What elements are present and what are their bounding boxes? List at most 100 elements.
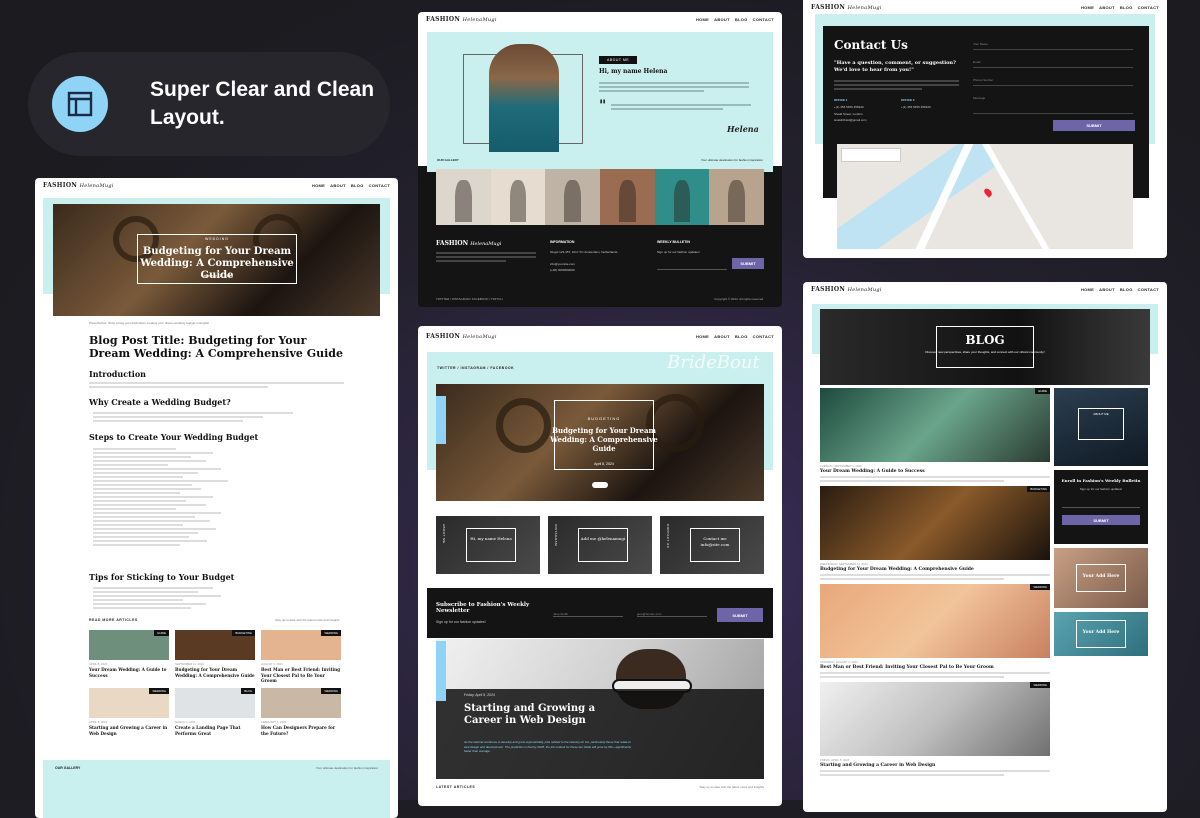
logo[interactable]: FASHION HelenaMugi (811, 4, 882, 11)
blog-post[interactable]: WEDDING FRIDAY, APRIL 5, 2024 Starting and… (820, 682, 1050, 776)
info-email[interactable]: info@yoursite.com (550, 262, 575, 266)
office1-address: Sivald Street, London (834, 112, 863, 116)
nav-home[interactable]: HOME (1081, 287, 1094, 292)
nav-home[interactable]: HOME (696, 17, 709, 22)
ad-slot-1[interactable]: Your Add Here (1054, 548, 1148, 608)
logo[interactable]: FASHION HelenaMugi (426, 16, 497, 23)
blog-post-title[interactable]: Budgeting for Your Dream Wedding: A Comp… (820, 567, 1050, 572)
related-post-image[interactable]: WEDDING (89, 688, 169, 718)
gallery-image[interactable] (600, 169, 655, 225)
slider-dots[interactable] (592, 482, 608, 488)
gallery-image[interactable] (490, 169, 546, 225)
tile[interactable]: ABOUT ME Hi, my name Helena (436, 516, 540, 574)
email-field[interactable]: Email (973, 60, 1133, 68)
phone-field[interactable]: Phone Number (973, 78, 1133, 86)
newsletter-title: Subscribe to Fashion's Weekly Newsletter (436, 602, 530, 614)
nav-blog[interactable]: BLOG (735, 334, 748, 339)
related-post[interactable]: WEDDING AUGUST 2, 2024 Best Man or Best Fr… (261, 630, 341, 684)
logo[interactable]: FASHION HelenaMugi (43, 182, 114, 189)
blog-post-image[interactable]: GUIDE (820, 388, 1050, 462)
slide-date: April 8, 2024 (594, 462, 614, 466)
contact-submit-button[interactable]: SUBMIT (1053, 120, 1135, 131)
blog-post-title[interactable]: Your Dream Wedding: A Guide to Success (820, 469, 1050, 474)
logo[interactable]: FASHION HelenaMugi (426, 333, 497, 340)
tile[interactable]: CONTACT US Contact me info@site.com (660, 516, 764, 574)
related-post-title[interactable]: Create a Landing Page That Performs Grea… (175, 725, 255, 736)
enroll-submit-button[interactable]: SUBMIT (1062, 515, 1140, 525)
nav-blog[interactable]: BLOG (735, 17, 748, 22)
related-post-title[interactable]: Starting and Growing a Career in Web Des… (89, 725, 169, 736)
gallery-image[interactable] (545, 169, 601, 225)
blog-post[interactable]: BUDGETING WEDNESDAY, SEPTEMBER 11, 2024 Bu… (820, 486, 1050, 580)
blog-post[interactable]: WEDDING SATURDAY, AUGUST 3, 2024 Best Man … (820, 584, 1050, 678)
map-pin-icon[interactable] (982, 187, 994, 198)
nav-contact[interactable]: CONTACT (369, 183, 390, 188)
related-post-image[interactable]: WEDDING (261, 688, 341, 718)
nav-contact[interactable]: CONTACT (1138, 287, 1159, 292)
tile[interactable]: INSTAGRAM Add me @helenamugi (548, 516, 652, 574)
nav-contact[interactable]: CONTACT (753, 334, 774, 339)
related-post[interactable]: WEDDING FEBRUARY 4, 2024 How Can Designers… (261, 688, 341, 736)
nav-about[interactable]: ABOUT (1099, 5, 1115, 10)
related-post-title[interactable]: Best Man or Best Friend: Inviting Your C… (261, 667, 341, 684)
logo[interactable]: FASHION HelenaMugi (811, 286, 882, 293)
enroll-email-input[interactable] (1062, 500, 1140, 508)
newsletter-email-input[interactable]: jane@human.com (637, 612, 707, 617)
nav-blog[interactable]: BLOG (1120, 5, 1133, 10)
office1-email[interactable]: sivaldrithstd@gmail.com (834, 118, 867, 122)
newsletter-name-input[interactable]: Jane Smith (553, 612, 623, 617)
nav-home[interactable]: HOME (696, 334, 709, 339)
nav-contact[interactable]: CONTACT (1138, 5, 1159, 10)
nav-blog[interactable]: BLOG (1120, 287, 1133, 292)
nav-about[interactable]: ABOUT (1099, 287, 1115, 292)
hero-slide: BUDGETING Budgeting for Your Dream Weddi… (436, 384, 764, 501)
blog-post[interactable]: GUIDE TUESDAY, SEPTEMBER 3, 2024 Your Drea… (820, 388, 1050, 482)
gallery-image[interactable] (436, 169, 491, 225)
blog-post-title[interactable]: Starting and Growing a Career in Web Des… (820, 763, 1050, 768)
related-post[interactable]: BLOG MARCH 3, 2024 Create a Landing Page T… (175, 688, 255, 736)
newsletter-submit-button[interactable]: SUBMIT (717, 608, 763, 622)
name-field[interactable]: Your Name (973, 42, 1133, 50)
related-post-title[interactable]: Your Dream Wedding: A Guide to Success (89, 667, 169, 678)
nav-about[interactable]: ABOUT (714, 334, 730, 339)
related-post[interactable]: BUDGETING SEPTEMBER 11, 2024 Budgeting for… (175, 630, 255, 678)
weekly-submit-button[interactable]: SUBMIT (732, 258, 764, 269)
featured-post[interactable]: Friday, April 5, 2024 Starting and Growi… (436, 639, 764, 779)
nav-blog[interactable]: BLOG (351, 183, 364, 188)
ad-slot-2[interactable]: Your Add Here (1054, 612, 1148, 656)
nav-about[interactable]: ABOUT (714, 17, 730, 22)
related-post-tag: BUDGETING (232, 630, 255, 636)
nav-contact[interactable]: CONTACT (753, 17, 774, 22)
layout-icon (52, 76, 108, 132)
related-post-image[interactable]: WEDDING (261, 630, 341, 660)
about-widget-label: ABOUT ME (1093, 412, 1109, 416)
related-post-image[interactable]: GUIDE (89, 630, 169, 660)
contact-title: Contact Us (834, 38, 908, 52)
blog-post-title[interactable]: Best Man or Best Friend: Inviting Your C… (820, 665, 1050, 670)
related-post[interactable]: GUIDE APRIL 8, 2024 Your Dream Wedding: A … (89, 630, 169, 678)
feature-pill: Super Clear and Clean Layout. (28, 52, 390, 156)
social-links[interactable]: TWITTER / INSTAGRAM / FACEBOOK (437, 366, 514, 370)
gallery-strip (436, 169, 765, 225)
map[interactable] (837, 144, 1133, 249)
gallery-image[interactable] (654, 169, 710, 225)
related-post-title[interactable]: How Can Designers Prepare for the Future… (261, 725, 341, 736)
portrait-image (489, 44, 559, 158)
related-post-image[interactable]: BUDGETING (175, 630, 255, 660)
blog-post-excerpt (820, 476, 1050, 482)
related-post-title[interactable]: Budgeting for Your Dream Wedding: A Comp… (175, 667, 255, 678)
weekly-email-input[interactable] (657, 262, 727, 270)
nav-home[interactable]: HOME (1081, 5, 1094, 10)
blog-post-image[interactable]: WEDDING (820, 584, 1050, 658)
blog-post-image[interactable]: BUDGETING (820, 486, 1050, 560)
footer-social[interactable]: TWITTER / INSTAGRAM / FACEBOOK / TWITCH (436, 297, 503, 301)
related-post-date: AUGUST 2, 2024 (261, 662, 283, 666)
nav-about[interactable]: ABOUT (330, 183, 346, 188)
related-post[interactable]: WEDDING APRIL 8, 2024 Starting and Growing… (89, 688, 169, 736)
about-widget[interactable]: ABOUT ME (1054, 388, 1148, 466)
gallery-image[interactable] (709, 169, 765, 225)
nav-home[interactable]: HOME (312, 183, 325, 188)
related-post-image[interactable]: BLOG (175, 688, 255, 718)
message-field[interactable]: Message (973, 96, 1133, 114)
blog-post-image[interactable]: WEDDING (820, 682, 1050, 756)
